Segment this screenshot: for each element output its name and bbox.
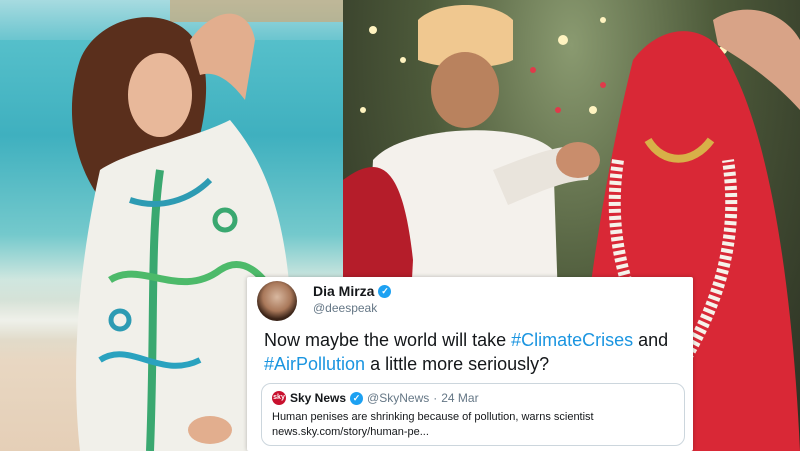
author-name-line: Dia Mirza ✓ xyxy=(313,283,392,299)
quoted-link[interactable]: news.sky.com/story/human-pe... xyxy=(272,425,674,440)
verified-badge-icon: ✓ xyxy=(378,284,392,298)
author-handle[interactable]: @deespeak xyxy=(313,301,377,315)
hashtag-climatecrises[interactable]: #ClimateCrises xyxy=(511,330,633,350)
tweet-text-part: a little more seriously? xyxy=(365,354,550,374)
tweet-card[interactable]: Dia Mirza ✓ @deespeak Now maybe the worl… xyxy=(247,277,693,451)
quoted-headline: Human penises are shrinking because of p… xyxy=(272,411,594,423)
author-avatar[interactable] xyxy=(257,281,297,321)
tweet-text: Now maybe the world will take #ClimateCr… xyxy=(264,328,684,376)
sky-news-logo-icon: sky xyxy=(272,391,286,405)
quoted-tweet-header: sky Sky News ✓ @SkyNews · 24 Mar xyxy=(272,390,674,406)
quoted-source-handle: @SkyNews xyxy=(367,391,430,405)
quoted-source-name: Sky News xyxy=(290,391,347,405)
quoted-separator: · xyxy=(433,391,438,405)
quoted-date: 24 Mar xyxy=(441,391,479,405)
hashtag-airpollution[interactable]: #AirPollution xyxy=(264,354,365,374)
tweet-text-part: and xyxy=(633,330,669,350)
author-name[interactable]: Dia Mirza xyxy=(313,283,374,299)
quoted-tweet[interactable]: sky Sky News ✓ @SkyNews · 24 Mar Human p… xyxy=(261,383,685,446)
verified-badge-icon: ✓ xyxy=(350,391,364,405)
tweet-text-part: Now maybe the world will take xyxy=(264,330,512,350)
